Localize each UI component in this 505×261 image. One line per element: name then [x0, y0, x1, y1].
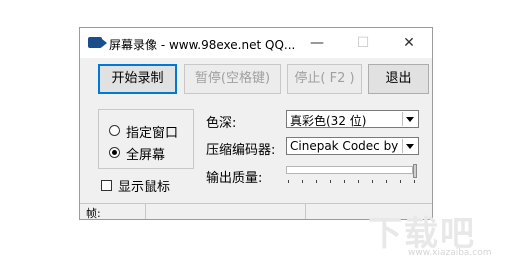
pause-button[interactable]: 暂停(空格键) — [184, 64, 281, 94]
close-button[interactable]: ✕ — [386, 28, 432, 58]
radio-specified-window-label[interactable]: 指定窗口 — [126, 122, 178, 141]
slider-tick — [288, 180, 289, 183]
window-title: 屏幕录像 - www.98exe.net QQ... — [109, 38, 296, 52]
minimize-button[interactable]: — — [294, 28, 340, 58]
start-recording-button[interactable]: 开始录制 — [98, 64, 177, 94]
quality-slider-track[interactable] — [286, 166, 413, 174]
radio-specified-window[interactable] — [109, 125, 120, 136]
chevron-down-icon[interactable] — [402, 112, 417, 126]
maximize-button: ☐ — [356, 35, 370, 51]
slider-tick — [386, 180, 387, 183]
site-watermark: 下载吧 www.xiazaiba.com — [360, 206, 500, 258]
codec-value: Cinepak Codec by — [290, 139, 399, 153]
slider-tick — [414, 180, 415, 183]
slider-tick — [358, 180, 359, 183]
quality-slider-thumb[interactable] — [413, 164, 417, 178]
frames-label: 帧: — [86, 207, 101, 220]
color-depth-select[interactable]: 真彩色(32 位) — [286, 110, 419, 128]
camera-icon — [88, 37, 107, 48]
exit-button[interactable]: 退出 — [368, 64, 429, 94]
quality-label: 输出质量: — [206, 171, 263, 186]
capture-mode-group: 指定窗口 全屏幕 — [98, 109, 194, 169]
color-depth-value: 真彩色(32 位) — [290, 114, 367, 128]
watermark-url: www.xiazaiba.com — [408, 248, 492, 258]
quality-slider[interactable] — [286, 164, 419, 190]
status-segment — [146, 204, 306, 219]
chevron-down-icon[interactable] — [402, 139, 417, 153]
title-bar[interactable]: 屏幕录像 - www.98exe.net QQ... — ☐ ✕ — [80, 28, 432, 58]
radio-full-screen[interactable] — [109, 147, 120, 158]
slider-tick — [316, 180, 317, 183]
codec-label: 压缩编码器: — [206, 143, 276, 158]
slider-tick — [400, 180, 401, 183]
slider-tick — [330, 180, 331, 183]
radio-full-screen-label[interactable]: 全屏幕 — [126, 144, 165, 163]
recorder-window: 屏幕录像 - www.98exe.net QQ... — ☐ ✕ 开始录制 暂停… — [79, 27, 433, 220]
slider-tick — [302, 180, 303, 183]
show-mouse-label[interactable]: 显示鼠标 — [118, 176, 170, 195]
status-frames: 帧: — [80, 204, 146, 220]
codec-select[interactable]: Cinepak Codec by — [286, 137, 419, 155]
show-mouse-checkbox[interactable] — [101, 180, 112, 191]
slider-tick — [344, 180, 345, 183]
stop-button[interactable]: 停止( F2 ) — [287, 64, 362, 94]
color-depth-label: 色深: — [206, 116, 237, 131]
slider-tick — [372, 180, 373, 183]
